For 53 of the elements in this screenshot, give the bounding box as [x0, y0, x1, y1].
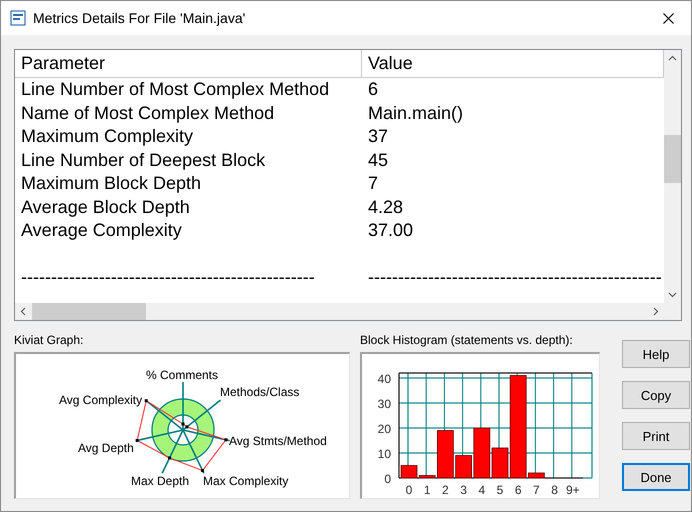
dialog-button[interactable]: Print [622, 422, 690, 450]
table-cell: 37 [368, 126, 388, 146]
window-title: Metrics Details For File 'Main.java' [33, 10, 246, 26]
x-tick-label: 2 [442, 483, 449, 497]
x-tick-label: 8 [551, 483, 558, 497]
dialog-button[interactable]: Done [622, 463, 690, 491]
table-cell: Average Block Depth [21, 196, 190, 217]
axis-label: % Comments [146, 368, 218, 382]
y-tick-label: 0 [384, 472, 391, 486]
y-tick-label: 40 [378, 372, 391, 386]
axis-label: Max Depth [131, 474, 190, 488]
table-cell: Line Number of Most Complex Method [21, 79, 330, 100]
x-tick-label: 6 [514, 483, 522, 497]
table-cell: Maximum Complexity [21, 126, 194, 146]
table-cell: 37.00 [368, 220, 414, 240]
x-tick-label: 1 [424, 483, 431, 497]
vertical-scrollbar[interactable] [664, 50, 681, 303]
y-tick-label: 20 [378, 422, 391, 436]
horizontal-scrollbar[interactable] [15, 303, 664, 320]
table-cell: 4.28 [368, 196, 404, 217]
table-cell: Average Complexity [21, 220, 182, 240]
x-tick-label: 4 [478, 483, 486, 497]
table-cell: 6 [368, 79, 378, 100]
scrollbar-thumb[interactable] [32, 303, 146, 320]
axis-label: Avg Stmts/Method [229, 434, 327, 448]
axis-label: Avg Complexity [59, 393, 142, 407]
close-icon[interactable] [662, 12, 674, 24]
scrollbar-thumb[interactable] [664, 135, 681, 183]
axis-label: Avg Depth [78, 441, 134, 455]
table-cell: Maximum Block Depth [21, 173, 202, 194]
column-header[interactable]: Value [362, 50, 664, 78]
x-tick-label: 0 [406, 483, 412, 497]
table-cell: Line Number of Deepest Block [21, 150, 266, 170]
dialog-button[interactable]: Copy [622, 381, 690, 409]
table-cell: Main.main() [368, 102, 464, 123]
kiviat-label: Kiviat Graph: [14, 333, 84, 347]
x-tick-label: 9+ [566, 483, 580, 497]
x-tick-label: 7 [533, 483, 540, 497]
x-tick-label: 5 [496, 483, 504, 497]
x-tick-label: 3 [460, 483, 467, 497]
column-header[interactable]: Parameter [15, 50, 362, 78]
app-icon [10, 10, 26, 26]
axis-label: Methods/Class [220, 385, 300, 399]
axis-label: Max Complexity [203, 474, 288, 488]
y-tick-label: 10 [378, 447, 391, 461]
table-cell: Name of Most Complex Method [21, 102, 274, 123]
histogram-label: Block Histogram (statements vs. depth): [360, 333, 574, 347]
table-cell: 45 [368, 150, 388, 170]
table-cell: ------------------------------------------------- [21, 267, 315, 288]
y-tick-label: 30 [378, 397, 391, 411]
dialog-button[interactable]: Help [622, 340, 690, 368]
table-cell: ------------------------------------------------- [368, 267, 662, 288]
table-cell: 7 [368, 173, 378, 194]
